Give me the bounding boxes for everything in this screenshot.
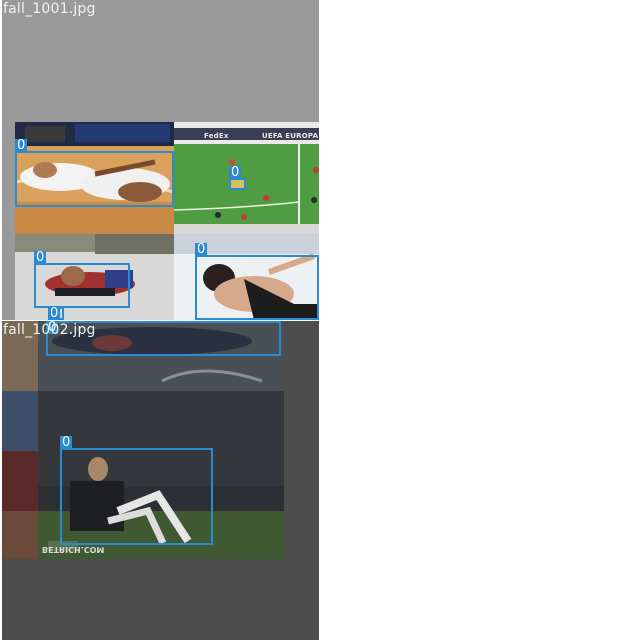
banner-text: UEFA EUROPA LE [262,132,319,140]
detection-label: 0 [195,242,208,257]
detection-label: 0 [48,306,61,320]
mosaic-tile-fall-1001: fall_1001.jpg FedEx UEFA EUROPA 0 0 0 0 … [2,0,319,320]
sponsor-text: FedEx [204,132,229,140]
detection-label: 0 [229,165,242,180]
detection-box [60,448,213,545]
photo-side-strip [2,391,38,559]
photo-soccer-pitch: FedEx UEFA EUROPA LE [174,122,319,234]
detection-box [34,263,130,308]
detection-label: 0 [34,250,47,265]
watermark-text: BETRICH.COM [42,545,105,554]
detection-label: 0 [15,138,28,153]
side-strip-image [2,391,38,559]
tile-filename: fall_1001.jpg [3,1,96,17]
detection-box [15,151,174,207]
tile-filename: fall_1002.jpg [3,322,96,338]
detection-label: 0 [60,435,73,450]
mosaic-tile-fall-1002: fall_1002.jpg BETRICH.COM 0 0 [2,321,319,640]
detection-box [195,255,319,320]
